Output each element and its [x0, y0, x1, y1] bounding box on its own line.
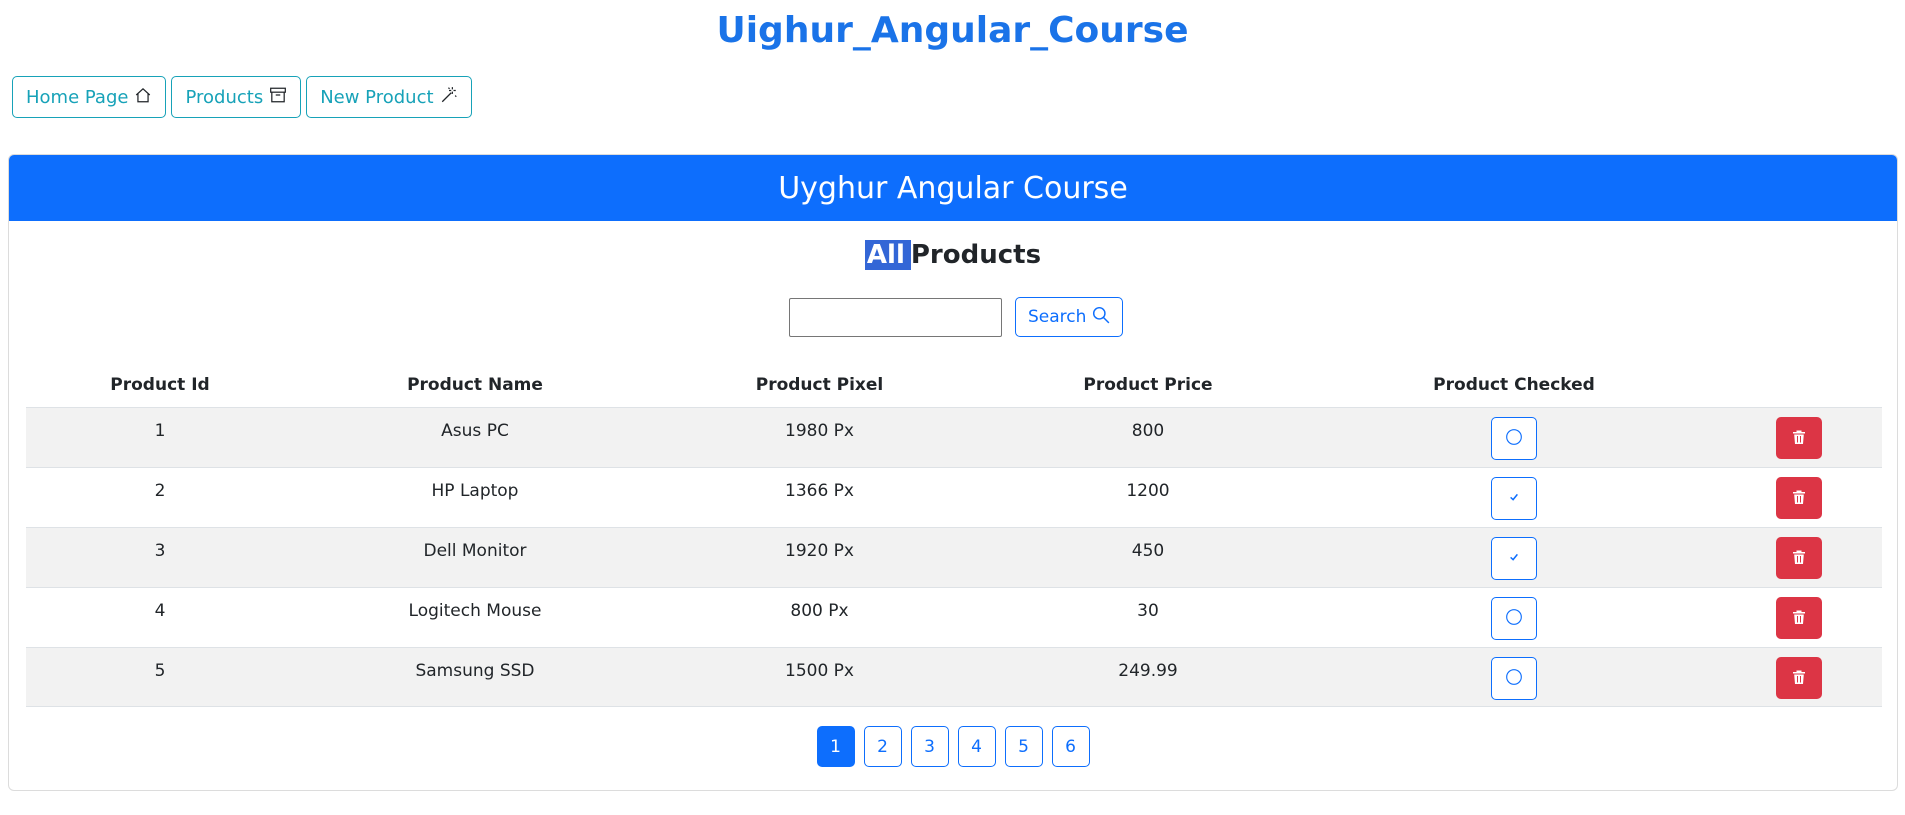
- house-icon: [134, 86, 152, 109]
- search-icon: [1092, 306, 1110, 329]
- cell-product-name: Samsung SSD: [415, 661, 535, 681]
- toggle-checked-button[interactable]: [1491, 597, 1537, 640]
- cell-product-id: 5: [154, 661, 166, 681]
- cell-product-id: 1: [154, 421, 166, 441]
- table-body: 1 Asus PC 1980 Px 800 2 HP Laptop 1366 Px 1200 3…: [26, 407, 1882, 707]
- page-button-5[interactable]: 5: [1004, 726, 1043, 767]
- search-button[interactable]: Search: [1015, 297, 1124, 337]
- page-button-6[interactable]: 6: [1051, 726, 1090, 767]
- toggle-checked-button[interactable]: [1491, 477, 1537, 520]
- cell-product-pixel: 800 Px: [790, 601, 849, 621]
- delete-button[interactable]: [1775, 597, 1822, 639]
- table-row: 1 Asus PC 1980 Px 800: [26, 407, 1882, 467]
- table-row: 4 Logitech Mouse 800 Px 30: [26, 587, 1882, 647]
- header-product-id: Product Id: [110, 374, 210, 395]
- cell-product-checked: [1313, 528, 1715, 580]
- circle-icon: [1505, 668, 1523, 689]
- table-row: 5 Samsung SSD 1500 Px 249.99: [26, 647, 1882, 707]
- toggle-checked-button[interactable]: [1491, 417, 1537, 460]
- nav-products-label: Products: [185, 86, 264, 108]
- cell-product-checked: [1313, 408, 1715, 460]
- check-icon: [1508, 491, 1520, 506]
- delete-button[interactable]: [1775, 477, 1822, 519]
- header-product-checked: Product Checked: [1433, 374, 1595, 395]
- cell-product-pixel: 1500 Px: [785, 661, 854, 681]
- section-title-highlight: All: [864, 240, 911, 270]
- magic-wand-icon: [440, 86, 458, 109]
- card-header: Uyghur Angular Course: [9, 155, 1897, 221]
- circle-icon: [1505, 428, 1523, 449]
- cell-product-checked: [1313, 468, 1715, 520]
- cell-product-pixel: 1366 Px: [785, 481, 854, 501]
- page-button-1[interactable]: 1: [816, 726, 855, 767]
- cell-product-name: HP Laptop: [431, 481, 519, 501]
- top-nav: Home Page Products New Product: [12, 76, 472, 118]
- table-row: 2 HP Laptop 1366 Px 1200: [26, 467, 1882, 527]
- nav-products-button[interactable]: Products: [171, 76, 302, 118]
- check-icon: [1508, 551, 1520, 566]
- header-product-price: Product Price: [1083, 374, 1213, 395]
- delete-button[interactable]: [1775, 537, 1822, 579]
- cell-product-id: 3: [154, 541, 166, 561]
- cell-product-price: 30: [1137, 601, 1159, 621]
- toggle-checked-button[interactable]: [1491, 657, 1537, 700]
- cell-product-name: Logitech Mouse: [408, 601, 542, 621]
- nav-home-button[interactable]: Home Page: [12, 76, 167, 118]
- cell-product-id: 4: [154, 601, 166, 621]
- cell-product-pixel: 1920 Px: [785, 541, 854, 561]
- cell-product-price: 800: [1131, 421, 1165, 441]
- trash-icon: [1791, 489, 1807, 508]
- header-product-name: Product Name: [407, 374, 543, 395]
- cell-product-price: 1200: [1126, 481, 1170, 501]
- search-input[interactable]: [789, 297, 1002, 337]
- delete-button[interactable]: [1775, 417, 1822, 459]
- products-table: Product Id Product Name Product Pixel Pr…: [26, 362, 1882, 707]
- search-button-label: Search: [1028, 307, 1087, 327]
- table-row: 3 Dell Monitor 1920 Px 450: [26, 527, 1882, 587]
- cell-actions: [1715, 648, 1882, 699]
- cell-product-price: 249.99: [1118, 661, 1178, 681]
- cell-actions: [1715, 408, 1882, 459]
- cell-product-name: Asus PC: [441, 421, 509, 441]
- table-header: Product Id Product Name Product Pixel Pr…: [26, 362, 1882, 407]
- page-button-2[interactable]: 2: [863, 726, 902, 767]
- search-row: Search: [789, 297, 1124, 337]
- delete-button[interactable]: [1775, 657, 1822, 699]
- nav-home-label: Home Page: [26, 86, 129, 108]
- archive-icon: [269, 86, 287, 109]
- trash-icon: [1791, 669, 1807, 688]
- cell-product-pixel: 1980 Px: [785, 421, 854, 441]
- page-button-3[interactable]: 3: [910, 726, 949, 767]
- cell-product-name: Dell Monitor: [423, 541, 527, 561]
- page-button-4[interactable]: 4: [957, 726, 996, 767]
- section-title-rest: Products: [910, 240, 1042, 270]
- circle-icon: [1505, 608, 1523, 629]
- pagination: 123456: [9, 726, 1897, 767]
- cell-product-id: 2: [154, 481, 166, 501]
- cell-product-price: 450: [1131, 541, 1165, 561]
- app-title: Uighur_Angular_Course: [716, 10, 1189, 51]
- cell-actions: [1715, 468, 1882, 519]
- section-title: All Products: [9, 237, 1897, 273]
- header-product-pixel: Product Pixel: [755, 374, 884, 395]
- trash-icon: [1791, 549, 1807, 568]
- products-card: Uyghur Angular Course All Products Search…: [8, 154, 1898, 791]
- toggle-checked-button[interactable]: [1491, 537, 1537, 580]
- cell-actions: [1715, 588, 1882, 639]
- trash-icon: [1791, 429, 1807, 448]
- nav-new-product-button[interactable]: New Product: [306, 76, 472, 118]
- cell-actions: [1715, 528, 1882, 579]
- cell-product-checked: [1313, 588, 1715, 640]
- cell-product-checked: [1313, 648, 1715, 700]
- nav-new-product-label: New Product: [320, 86, 434, 108]
- trash-icon: [1791, 609, 1807, 628]
